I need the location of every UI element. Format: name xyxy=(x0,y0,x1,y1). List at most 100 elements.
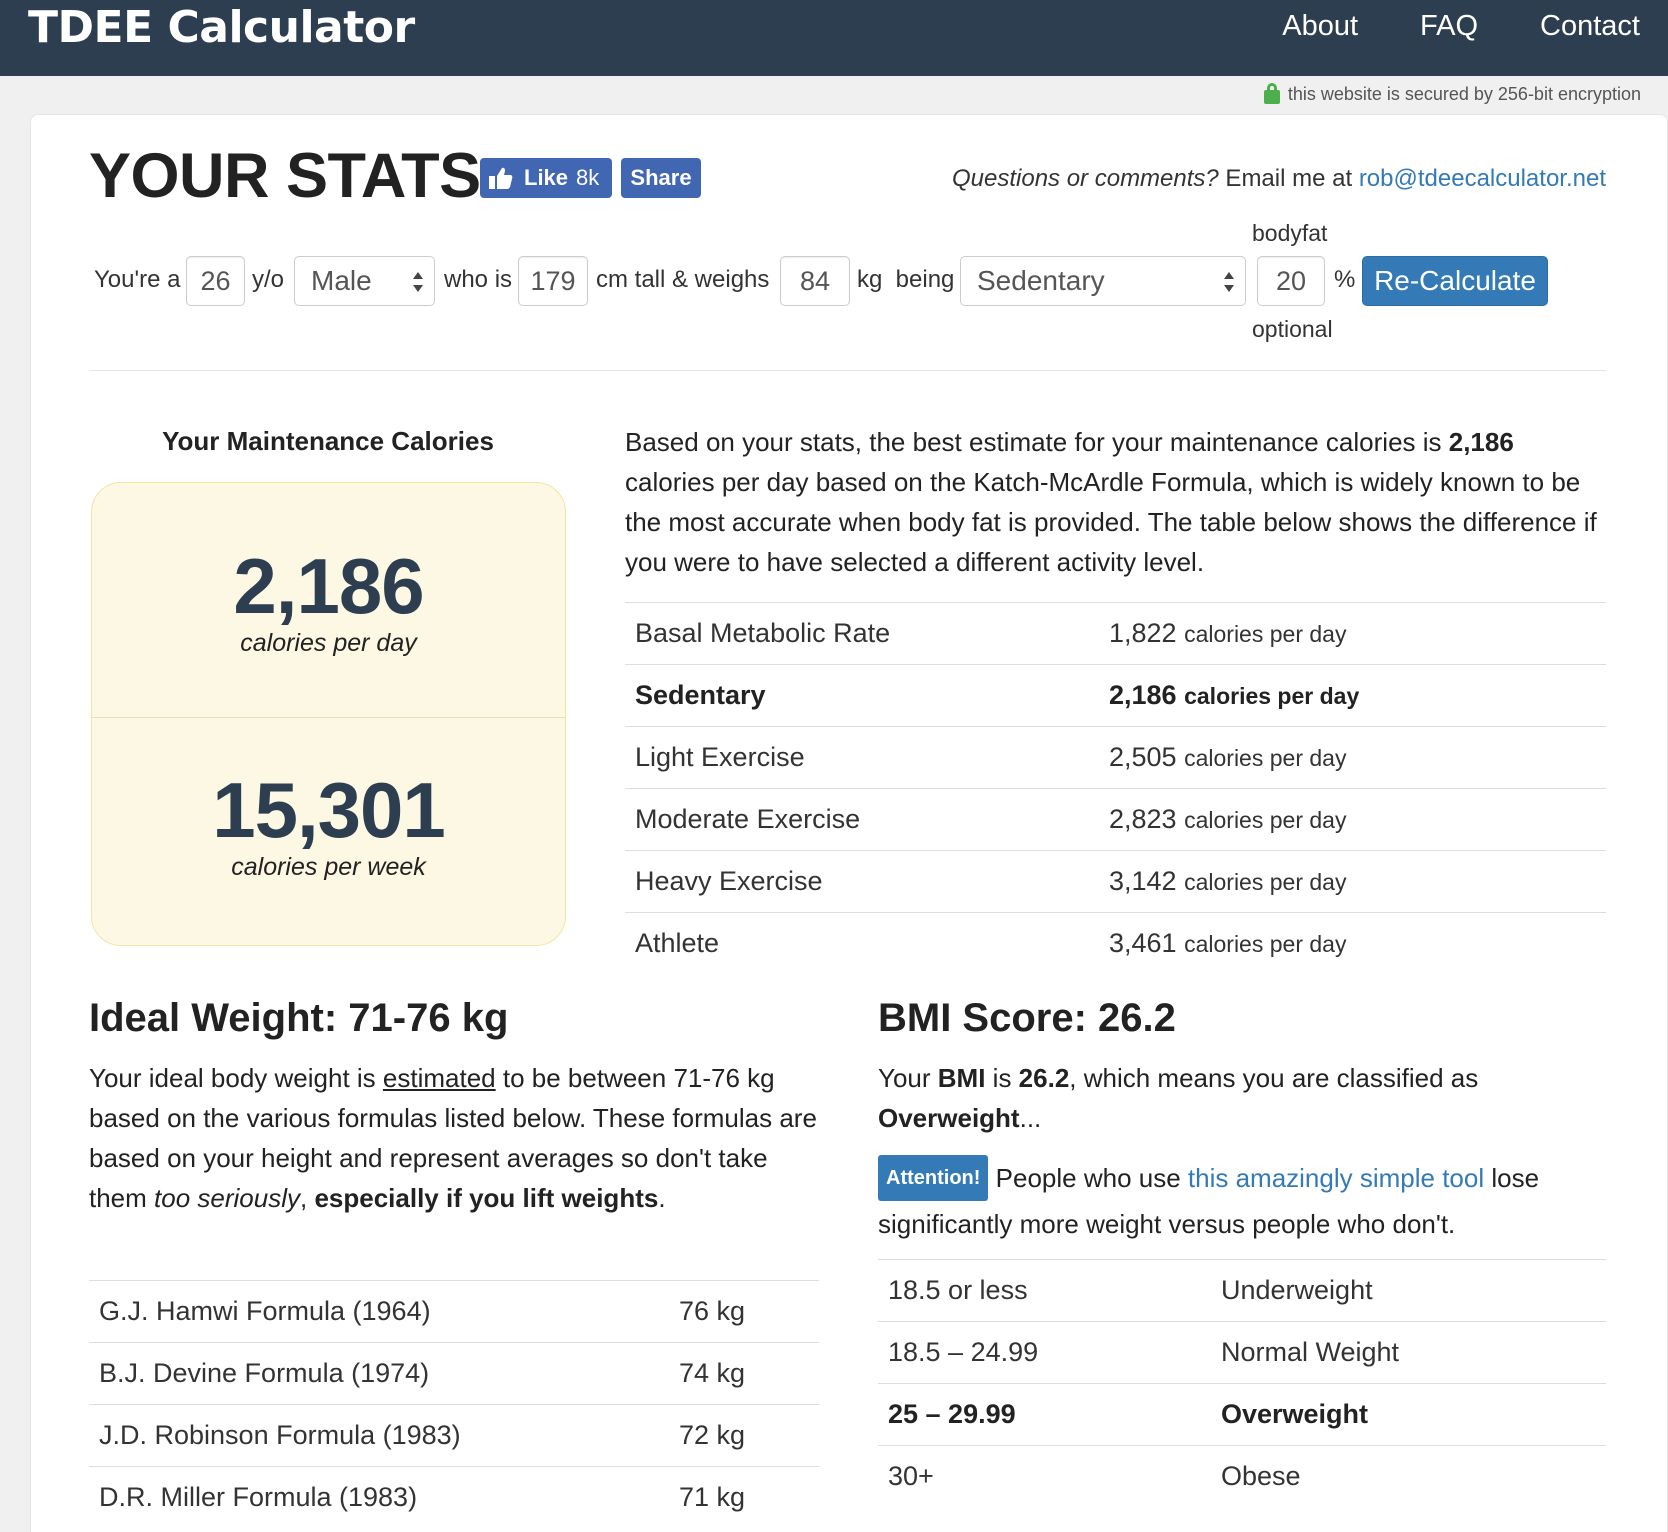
ideal-text-c: , xyxy=(300,1183,315,1213)
page-title: YOUR STATS xyxy=(89,141,481,211)
select-arrows-icon xyxy=(1224,272,1234,292)
nav-faq[interactable]: FAQ xyxy=(1420,10,1478,43)
table-row: 30+ Obese xyxy=(878,1445,1606,1508)
ideal-text-bold: especially if you lift weights xyxy=(314,1183,659,1213)
calories-unit: calories per day xyxy=(1184,745,1347,771)
summary-paragraph: Based on your stats, the best estimate f… xyxy=(625,422,1610,582)
table-row-selected: Sedentary 2,186 calories per day xyxy=(625,664,1606,727)
table-row: D.R. Miller Formula (1983) 71 kg xyxy=(89,1466,819,1529)
table-row: Athlete 3,461 calories per day xyxy=(625,912,1606,975)
select-arrows-icon xyxy=(413,272,423,292)
formula-name: G.J. Hamwi Formula (1964) xyxy=(89,1280,669,1343)
formula-name: J.D. Robinson Formula (1983) xyxy=(89,1404,669,1467)
calories-unit: calories per day xyxy=(1184,869,1347,895)
bmi-range: 25 – 29.99 xyxy=(878,1383,1211,1446)
thumbs-up-icon xyxy=(489,167,513,189)
calories-value: 3,142 xyxy=(1109,866,1177,896)
bmi-title: BMI Score: 26.2 xyxy=(878,996,1176,1040)
table-row-selected: 25 – 29.99 Overweight xyxy=(878,1383,1606,1446)
activity-calories: 3,461 calories per day xyxy=(1099,912,1606,975)
table-row: B.J. Devine Formula (1974) 74 kg xyxy=(89,1342,819,1405)
activity-calories: 2,186 calories per day xyxy=(1099,664,1606,727)
ideal-text-end: . xyxy=(658,1183,666,1213)
table-row: J.D. Robinson Formula (1983) 72 kg xyxy=(89,1404,819,1467)
security-text: this website is secured by 256-bit encry… xyxy=(1287,84,1641,104)
brand-logo[interactable]: TDEE Calculator xyxy=(28,2,415,53)
label-percent: % xyxy=(1334,266,1356,293)
bmi-ellipsis: ... xyxy=(1019,1103,1042,1133)
facebook-like-button[interactable]: Like 8k xyxy=(480,158,612,198)
table-row: Heavy Exercise 3,142 calories per day xyxy=(625,850,1606,913)
table-row: Basal Metabolic Rate 1,822 calories per … xyxy=(625,602,1606,665)
gender-value: Male xyxy=(311,265,372,296)
age-input[interactable]: 26 xyxy=(186,256,245,306)
label-yo: y/o xyxy=(252,266,285,293)
formula-name: D.R. Miller Formula (1983) xyxy=(89,1466,669,1529)
calories-value: 2,823 xyxy=(1109,804,1177,834)
label-who-is: who is xyxy=(444,266,513,293)
calories-per-week-value: 15,301 xyxy=(212,766,446,854)
attention-text-a: People who use xyxy=(988,1163,1188,1193)
weight-input[interactable]: 84 xyxy=(780,256,850,306)
ideal-text-italic: too seriously xyxy=(154,1183,300,1213)
bmi-range: 30+ xyxy=(878,1445,1211,1508)
ideal-weight-title: Ideal Weight: 71-76 kg xyxy=(89,996,509,1040)
gender-select[interactable]: Male xyxy=(294,256,435,306)
label-youre-a: You're a xyxy=(94,266,181,293)
formula-name: B.J. Devine Formula (1974) xyxy=(89,1342,669,1405)
bmi-value: 26.2 xyxy=(1018,1063,1070,1093)
bmi-word: BMI xyxy=(937,1063,986,1093)
activity-label: Basal Metabolic Rate xyxy=(625,602,1099,665)
activity-label: Heavy Exercise xyxy=(625,850,1099,913)
table-row: G.J. Hamwi Formula (1964) 76 kg xyxy=(89,1280,819,1343)
bmi-classification: Underweight xyxy=(1211,1259,1606,1322)
maintenance-divider xyxy=(92,717,565,718)
facebook-like-label: Like xyxy=(524,165,569,190)
calories-unit: calories per day xyxy=(1184,807,1347,833)
bmi-paragraph: Your BMI is 26.2, which means you are cl… xyxy=(878,1058,1618,1138)
table-row: 18.5 or less Underweight xyxy=(878,1259,1606,1322)
activity-label: Athlete xyxy=(625,912,1099,975)
activity-label: Sedentary xyxy=(625,664,1099,727)
ideal-weight-table: G.J. Hamwi Formula (1964) 76 kg B.J. Dev… xyxy=(89,1280,819,1529)
bodyfat-label: bodyfat xyxy=(1252,220,1328,246)
bmi-classification: Overweight xyxy=(1211,1383,1606,1446)
summary-text-b: calories per day based on the Katch-McAr… xyxy=(625,467,1597,577)
bodyfat-input[interactable]: 20 xyxy=(1257,256,1325,306)
activity-value: Sedentary xyxy=(977,265,1105,296)
facebook-like-count: 8k xyxy=(576,165,600,190)
attention-badge: Attention! xyxy=(878,1155,989,1201)
bmi-text-is: is xyxy=(985,1063,1019,1093)
recalculate-button[interactable]: Re-Calculate xyxy=(1362,256,1548,306)
optional-label: optional xyxy=(1252,316,1333,342)
bmi-classification: Normal Weight xyxy=(1211,1321,1606,1384)
activity-label: Light Exercise xyxy=(625,726,1099,789)
formula-value: 72 kg xyxy=(669,1404,819,1467)
lock-icon xyxy=(1263,82,1280,104)
maintenance-title: Your Maintenance Calories xyxy=(162,426,494,456)
label-cm-tall: cm tall & weighs xyxy=(596,266,770,293)
nav-about[interactable]: About xyxy=(1282,10,1358,43)
simple-tool-link[interactable]: this amazingly simple tool xyxy=(1188,1163,1484,1193)
estimated-link[interactable]: estimated xyxy=(383,1063,496,1093)
activity-select[interactable]: Sedentary xyxy=(960,256,1246,306)
contact-line: Questions or comments? Email me at rob@t… xyxy=(952,165,1606,193)
contact-email-link[interactable]: rob@tdeecalculator.net xyxy=(1359,165,1606,192)
table-row: Light Exercise 2,505 calories per day xyxy=(625,726,1606,789)
facebook-share-button[interactable]: Share xyxy=(621,158,701,198)
activity-calories: 2,823 calories per day xyxy=(1099,788,1606,851)
calories-value: 2,186 xyxy=(1109,680,1177,710)
nav-contact[interactable]: Contact xyxy=(1540,10,1640,43)
nav-links: About FAQ Contact xyxy=(1282,10,1640,43)
activity-table: Basal Metabolic Rate 1,822 calories per … xyxy=(625,602,1606,975)
bmi-text-b: , which means you are classified as xyxy=(1069,1063,1479,1093)
bmi-table: 18.5 or less Underweight 18.5 – 24.99 No… xyxy=(878,1259,1606,1508)
activity-calories: 3,142 calories per day xyxy=(1099,850,1606,913)
table-row: Moderate Exercise 2,823 calories per day xyxy=(625,788,1606,851)
height-input[interactable]: 179 xyxy=(518,256,588,306)
summary-text-a: Based on your stats, the best estimate f… xyxy=(625,427,1449,457)
formula-value: 74 kg xyxy=(669,1342,819,1405)
formula-value: 71 kg xyxy=(669,1466,819,1529)
bmi-text-a: Your xyxy=(878,1063,938,1093)
divider xyxy=(89,370,1606,371)
